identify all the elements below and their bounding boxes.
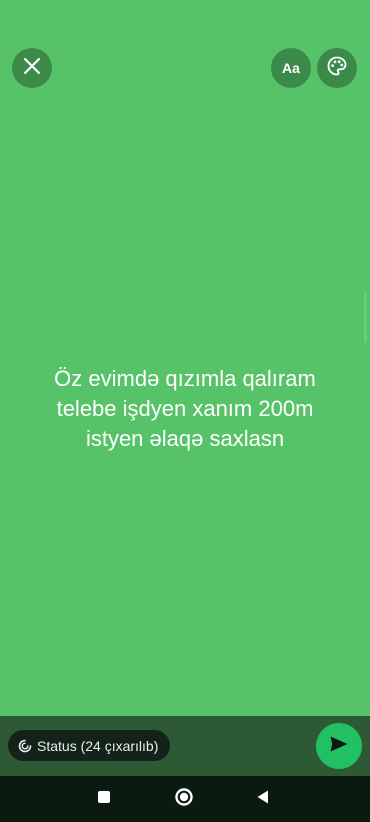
font-button-label: Aa (282, 60, 300, 76)
status-audience-selector[interactable]: Status (24 çıxarılıb) (8, 730, 171, 761)
status-ring-icon (18, 739, 32, 753)
audience-label: Status (24 çıxarılıb) (37, 737, 159, 754)
send-icon (329, 735, 349, 758)
home-button[interactable] (172, 787, 196, 811)
status-composer-screen: Aa Öz evimdə qızımla qalıram telebe işdy… (0, 0, 370, 822)
recents-button[interactable] (92, 787, 116, 811)
palette-icon (327, 56, 347, 81)
close-button[interactable] (12, 48, 52, 88)
status-text-content[interactable]: Öz evimdə qızımla qalıram telebe işdyen … (30, 364, 340, 454)
text-scroll-indicator (364, 293, 367, 343)
triangle-back-icon (255, 789, 271, 810)
square-icon (97, 790, 111, 809)
close-icon (23, 57, 41, 80)
back-button[interactable] (251, 787, 275, 811)
bottom-action-bar: Status (24 çıxarılıb) (0, 716, 370, 776)
send-button[interactable] (316, 723, 362, 769)
system-navigation-bar (0, 776, 370, 822)
background-color-button[interactable] (317, 48, 357, 88)
font-style-button[interactable]: Aa (271, 48, 311, 88)
circle-icon (174, 787, 194, 812)
